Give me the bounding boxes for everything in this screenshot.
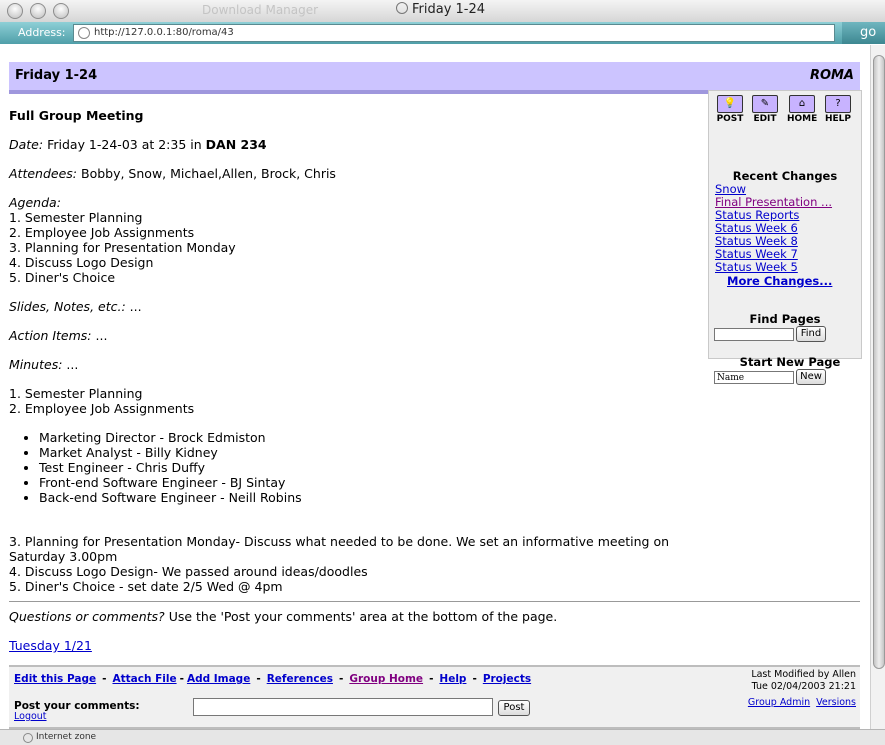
address-url: http://127.0.0.1:80/roma/43 <box>94 27 234 38</box>
edit-page-link[interactable]: Edit this Page <box>14 673 96 685</box>
new-page-button[interactable]: New <box>796 369 826 385</box>
group-home-link[interactable]: Group Home <box>349 673 423 685</box>
help-link[interactable]: Help <box>439 673 466 685</box>
globe-icon <box>78 27 90 39</box>
tool-label: HOME <box>787 114 818 124</box>
meeting-date: Date: Friday 1-24-03 at 2:35 in DAN 234 <box>9 137 267 152</box>
window-title-bar: Download Manager Friday 1-24 <box>0 0 885 23</box>
agenda-item: 4. Discuss Logo Design <box>9 255 154 270</box>
address-bar: Address: http://127.0.0.1:80/roma/43 go <box>0 22 885 44</box>
action-items: Action Items: ... <box>9 328 108 343</box>
pencil-icon: ✎ <box>752 95 778 113</box>
logout-link[interactable]: Logout <box>14 711 47 722</box>
minutes-item: 3. Planning for Presentation Monday- Dis… <box>9 534 670 564</box>
recent-change-link[interactable]: Status Week 5 <box>715 261 832 274</box>
agenda-label: Agenda: <box>9 195 61 210</box>
minutes-item: 4. Discuss Logo Design- We passed around… <box>9 564 368 579</box>
versions-link[interactable]: Versions <box>816 697 856 708</box>
page-title: Friday 1-24 <box>15 68 98 83</box>
status-bar: Internet zone <box>0 729 885 745</box>
list-item: Test Engineer - Chris Duffy <box>39 460 709 475</box>
agenda-item: 3. Planning for Presentation Monday <box>9 240 236 255</box>
last-modified-date: Tue 02/04/2003 21:21 <box>751 681 856 692</box>
questions-note: Questions or comments? Use the 'Post you… <box>9 609 558 624</box>
group-admin-link[interactable]: Group Admin <box>748 697 810 708</box>
find-button[interactable]: Find <box>796 326 826 342</box>
previous-meeting-link[interactable]: Tuesday 1/21 <box>9 638 92 653</box>
globe-icon <box>23 733 33 743</box>
zoom-window-button[interactable] <box>53 3 69 19</box>
slides-notes: Slides, Notes, etc.: ... <box>9 299 142 314</box>
close-window-button[interactable] <box>7 3 23 19</box>
attach-file-link[interactable]: Attach File <box>112 673 176 685</box>
sidebar: 💡 POST ✎ EDIT ⌂ HOME ? HELP Recent Changes S… <box>708 90 862 385</box>
globe-icon <box>396 2 408 14</box>
last-modified-info: Last Modified by Allen Tue 02/04/2003 21… <box>751 669 856 693</box>
home-tool-button[interactable]: ⌂ HOME <box>787 95 817 124</box>
minutes: Minutes: ... <box>9 357 79 372</box>
tool-label: POST <box>716 114 744 124</box>
comment-input[interactable] <box>193 698 493 716</box>
more-changes-link[interactable]: More Changes... <box>727 274 832 288</box>
find-pages-input[interactable] <box>714 328 794 341</box>
assignments-list: Marketing Director - Brock Edmiston Mark… <box>9 430 709 505</box>
window-title-text: Friday 1-24 <box>412 2 486 17</box>
minutes-item: 5. Diner's Choice - set date 2/5 Wed @ 4… <box>9 579 283 594</box>
projects-link[interactable]: Projects <box>483 673 531 685</box>
admin-links: Group Admin Versions <box>742 697 856 708</box>
tool-label: HELP <box>824 114 851 124</box>
references-link[interactable]: References <box>267 673 333 685</box>
go-label: go <box>860 25 877 40</box>
scroll-thumb[interactable] <box>873 55 885 669</box>
list-item: Marketing Director - Brock Edmiston <box>39 430 709 445</box>
edit-tool-button[interactable]: ✎ EDIT <box>750 95 780 124</box>
house-icon: ⌂ <box>789 95 815 113</box>
start-new-page-heading: Start New Page <box>739 355 841 369</box>
post-comment-button[interactable]: Post <box>498 700 530 716</box>
agenda-item: 1. Semester Planning <box>9 210 143 225</box>
meeting-heading: Full Group Meeting <box>9 108 144 123</box>
post-tool-button[interactable]: 💡 POST <box>715 95 745 124</box>
meeting-notes: Full Group Meeting Date: Friday 1-24-03 … <box>9 108 709 594</box>
window-title: Friday 1-24 <box>396 2 485 17</box>
question-icon: ? <box>825 95 851 113</box>
tool-label: EDIT <box>753 114 777 124</box>
page-footer: Edit this Page - Attach File - Add Image - Ref… <box>9 665 860 729</box>
recent-changes-heading: Recent Changes <box>732 169 838 183</box>
list-item: Front-end Software Engineer - BJ Sintay <box>39 475 709 490</box>
new-page-name-input[interactable]: Name <box>714 371 794 384</box>
site-brand: ROMA <box>809 68 854 83</box>
footer-links: Edit this Page - Attach File - Add Image - Ref… <box>14 673 532 685</box>
agenda-item: 5. Diner's Choice <box>9 270 116 285</box>
background-window-title: Download Manager <box>202 3 319 17</box>
agenda-item: 2. Employee Job Assignments <box>9 225 195 240</box>
minutes-item: 2. Employee Job Assignments <box>9 401 195 416</box>
recent-changes-list: Snow Final Presentation ... Status Repor… <box>715 183 832 274</box>
find-pages-heading: Find Pages <box>749 312 821 326</box>
help-tool-button[interactable]: ? HELP <box>823 95 853 124</box>
meeting-attendees: Attendees: Bobby, Snow, Michael,Allen, B… <box>9 166 336 181</box>
vertical-scrollbar[interactable] <box>870 45 885 729</box>
minutes-item: 1. Semester Planning <box>9 386 143 401</box>
last-modified-by: Last Modified by Allen <box>751 669 856 680</box>
go-button[interactable]: go <box>842 22 885 44</box>
divider <box>9 601 860 602</box>
lightbulb-icon: 💡 <box>717 95 743 113</box>
status-text: Internet zone <box>36 732 97 742</box>
list-item: Market Analyst - Billy Kidney <box>39 445 709 460</box>
address-label: Address: <box>18 26 66 39</box>
address-input[interactable]: http://127.0.0.1:80/roma/43 <box>73 24 835 42</box>
page-content: Friday 1-24 ROMA Full Group Meeting Date… <box>0 45 870 729</box>
add-image-link[interactable]: Add Image <box>187 673 250 685</box>
minimize-window-button[interactable] <box>30 3 46 19</box>
list-item: Back-end Software Engineer - Neill Robin… <box>39 490 709 505</box>
